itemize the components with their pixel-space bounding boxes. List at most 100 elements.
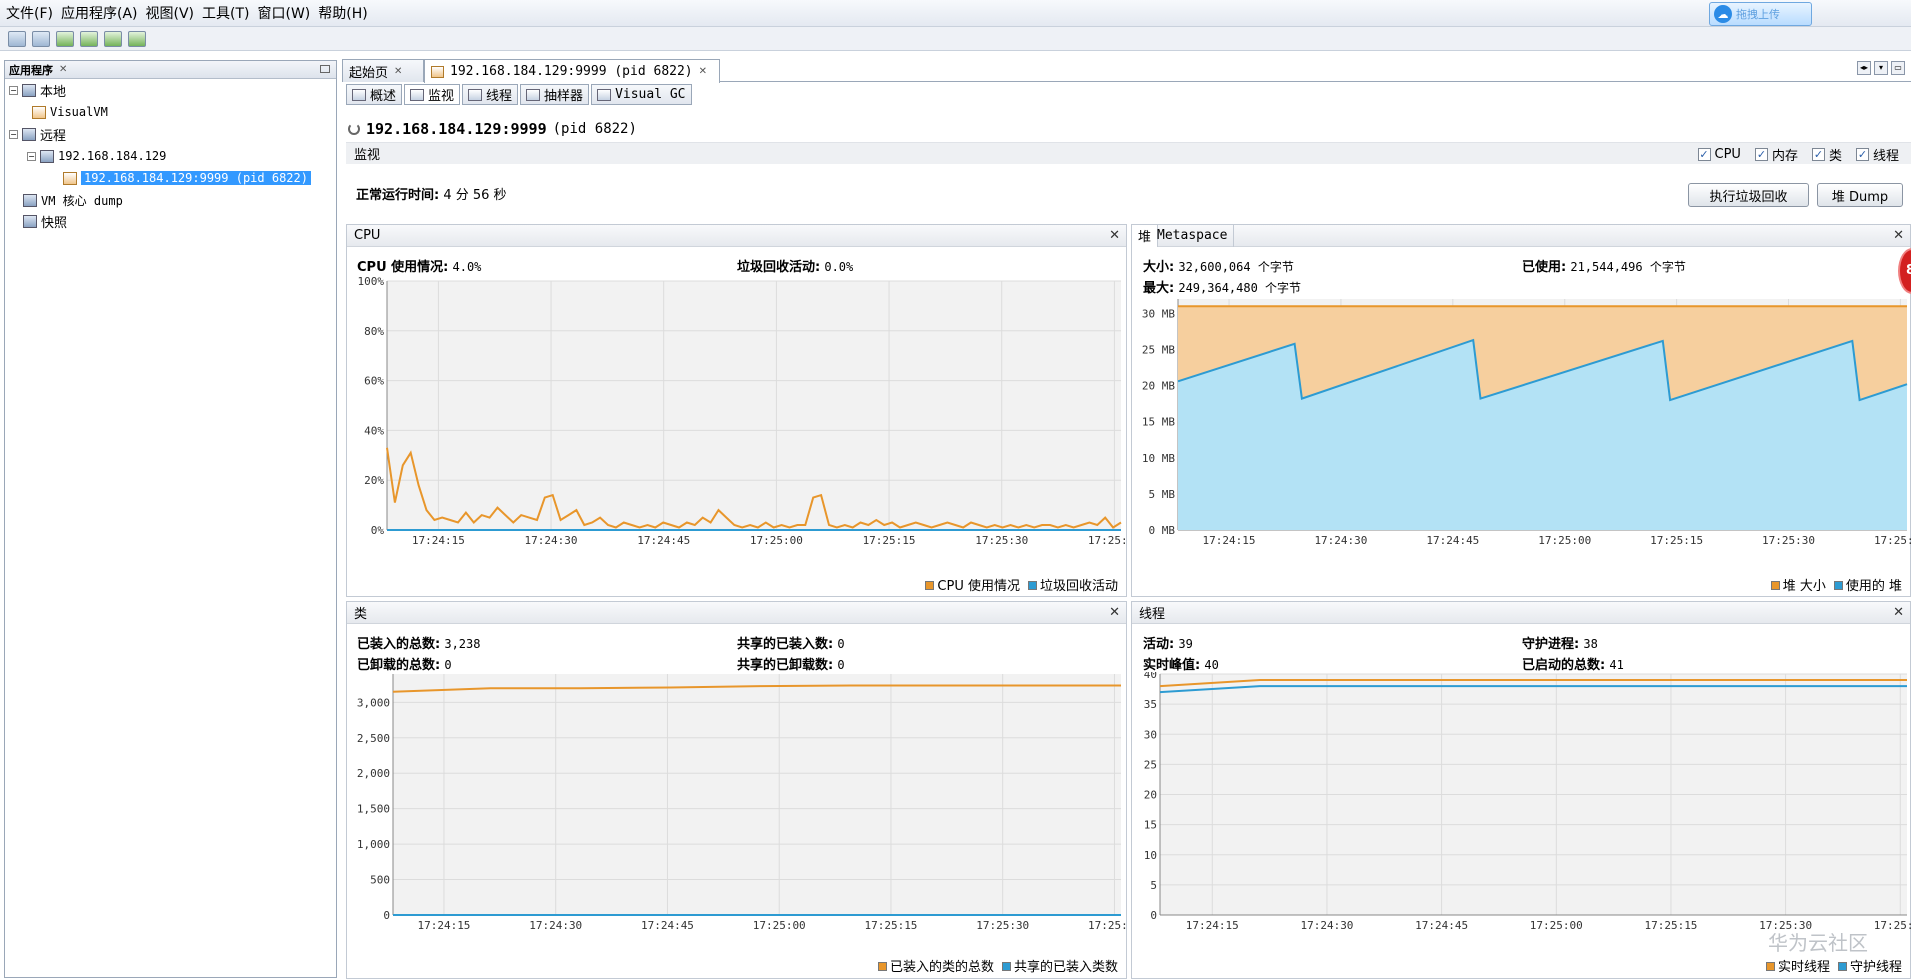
gc-activity-stat: 垃圾回收活动: 0.0% bbox=[737, 256, 853, 275]
threads-legend: 实时线程 守护线程 bbox=[1765, 956, 1902, 975]
save-icon[interactable] bbox=[32, 30, 50, 47]
add-jmx-icon[interactable] bbox=[56, 30, 74, 47]
tab-visual-gc[interactable]: Visual GC bbox=[591, 84, 692, 105]
maximize-icon[interactable]: ▭ bbox=[1891, 61, 1905, 75]
close-icon[interactable]: ✕ bbox=[1109, 605, 1120, 620]
upload-button[interactable]: ☁ 拖拽上传 bbox=[1709, 2, 1812, 26]
monitor-label: 监视 bbox=[354, 148, 381, 163]
close-icon[interactable]: ✕ bbox=[699, 66, 707, 77]
applications-panel-header: 应用程序 ✕ bbox=[5, 61, 336, 79]
load-app-icon[interactable] bbox=[8, 30, 26, 47]
x-tick-label: 17:25:00 bbox=[1530, 919, 1583, 932]
y-tick-label: 15 bbox=[1144, 819, 1157, 832]
y-tick-label: 60% bbox=[364, 375, 384, 388]
menu-view[interactable]: 视图(V) bbox=[142, 3, 199, 23]
tree-node-snapshots[interactable]: 快照 bbox=[23, 212, 67, 231]
stat-value: 38 bbox=[1583, 637, 1598, 651]
tab-label: 线程 bbox=[486, 89, 513, 104]
tab-overview[interactable]: 概述 bbox=[346, 84, 403, 105]
scroll-left-icon[interactable]: ◂▸ bbox=[1857, 61, 1871, 75]
y-tick-label: 40 bbox=[1144, 672, 1157, 681]
legend-gc-activity: 垃圾回收活动 bbox=[1027, 575, 1118, 594]
collapse-icon[interactable]: − bbox=[27, 151, 36, 161]
document-tabs: 起始页 ✕ 192.168.184.129:9999 (pid 6822) ✕ … bbox=[342, 58, 1911, 83]
tree-node-label: 192.168.184.129 bbox=[58, 149, 167, 163]
legend-shared-loaded: 共享的已装入类数 bbox=[1001, 956, 1118, 975]
stat-value: 21,544,496 个字节 bbox=[1570, 260, 1686, 274]
perform-gc-button[interactable]: 执行垃圾回收 bbox=[1688, 183, 1809, 207]
x-tick-label: 17:24:30 bbox=[1314, 534, 1367, 547]
collapse-icon[interactable]: − bbox=[9, 129, 18, 139]
y-tick-label: 40% bbox=[364, 424, 384, 437]
stat-label: 实时峰值: bbox=[1143, 658, 1201, 673]
y-tick-label: 0 bbox=[1150, 909, 1157, 922]
add-core-dump-icon[interactable] bbox=[104, 30, 122, 47]
main-area: 起始页 ✕ 192.168.184.129:9999 (pid 6822) ✕ … bbox=[342, 58, 1911, 979]
x-tick-label: 17:24:45 bbox=[637, 534, 690, 547]
dropdown-icon[interactable]: ▾ bbox=[1874, 61, 1888, 75]
y-tick-label: 3,000 bbox=[357, 696, 390, 709]
y-tick-label: 20% bbox=[364, 474, 384, 487]
jmx-process-icon bbox=[431, 65, 444, 78]
monitor-checkboxes: ✓ CPU ✓ 内存 ✓ 类 ✓ 线程 bbox=[1697, 145, 1899, 164]
tree-node-jmx-process[interactable]: 192.168.184.129:9999 (pid 6822) bbox=[63, 169, 311, 187]
tab-threads[interactable]: 线程 bbox=[462, 84, 519, 105]
tree-node-label: VM 核心 dump bbox=[41, 193, 123, 208]
stat-label: 已卸载的总数: bbox=[357, 658, 441, 673]
monitor-section-header: 监视 bbox=[346, 142, 1911, 164]
menu-tools[interactable]: 工具(T) bbox=[198, 3, 253, 23]
x-tick-label: 17:25:45 bbox=[1088, 534, 1127, 547]
menu-file[interactable]: 文件(F) bbox=[2, 3, 57, 23]
stat-value: 0 bbox=[444, 658, 452, 672]
menu-help[interactable]: 帮助(H) bbox=[314, 3, 371, 23]
x-tick-label: 17:24:30 bbox=[525, 534, 578, 547]
tab-monitor[interactable]: 监视 bbox=[404, 84, 461, 105]
y-tick-label: 500 bbox=[370, 874, 390, 887]
check-icon[interactable]: ✓ bbox=[1754, 148, 1768, 161]
classes-loaded-stat: 已装入的总数: 3,238 bbox=[357, 633, 480, 652]
collapse-icon[interactable]: − bbox=[9, 85, 18, 95]
menu-application[interactable]: 应用程序(A) bbox=[57, 3, 142, 23]
add-snapshot-icon[interactable] bbox=[128, 30, 146, 47]
minimize-icon[interactable] bbox=[320, 65, 330, 73]
y-tick-label: 80% bbox=[364, 325, 384, 338]
checkbox-threads[interactable]: ✓ 线程 bbox=[1855, 145, 1899, 164]
close-icon[interactable]: ✕ bbox=[1109, 228, 1120, 243]
tab-start-page[interactable]: 起始页 ✕ bbox=[342, 59, 424, 82]
close-icon[interactable]: ✕ bbox=[394, 66, 402, 77]
tree-node-remote-host[interactable]: − 192.168.184.129 bbox=[27, 147, 166, 165]
close-icon[interactable]: ✕ bbox=[59, 64, 67, 75]
tree-node-remote[interactable]: − 远程 bbox=[9, 125, 67, 144]
tree-node-core-dump[interactable]: VM 核心 dump bbox=[23, 191, 123, 209]
legend-loaded-classes: 已装入的类的总数 bbox=[877, 956, 994, 975]
menu-window[interactable]: 窗口(W) bbox=[254, 3, 315, 23]
y-tick-label: 25 bbox=[1144, 758, 1157, 771]
java-app-icon bbox=[32, 105, 46, 119]
close-icon[interactable]: ✕ bbox=[1893, 605, 1904, 620]
checkbox-classes[interactable]: ✓ 类 bbox=[1811, 145, 1842, 164]
checkbox-cpu[interactable]: ✓ CPU bbox=[1697, 145, 1741, 164]
checkbox-memory[interactable]: ✓ 内存 bbox=[1754, 145, 1798, 164]
sub-tabs: 概述 监视 线程 抽样器 Visual GC bbox=[342, 84, 692, 106]
tab-metaspace[interactable]: Metaspace bbox=[1151, 224, 1235, 247]
tree-node-local[interactable]: − 本地 bbox=[9, 81, 66, 100]
check-icon[interactable]: ✓ bbox=[1855, 148, 1869, 161]
process-host: 192.168.184.129:9999 bbox=[366, 120, 547, 138]
heap-dump-button[interactable]: 堆 Dump bbox=[1817, 183, 1903, 207]
tab-process[interactable]: 192.168.184.129:9999 (pid 6822) ✕ bbox=[424, 59, 720, 83]
check-icon[interactable]: ✓ bbox=[1811, 148, 1825, 161]
y-tick-label: 2,000 bbox=[357, 767, 390, 780]
add-remote-host-icon[interactable] bbox=[80, 30, 98, 47]
tree-node-visualvm[interactable]: VisualVM bbox=[32, 103, 108, 121]
threads-daemon-stat: 守护进程: 38 bbox=[1522, 633, 1598, 652]
tab-sampler[interactable]: 抽样器 bbox=[520, 84, 590, 105]
cpu-panel: CPU ✕ CPU 使用情况: 4.0% 垃圾回收活动: 0.0% 0% 20% 4… bbox=[346, 224, 1127, 597]
close-icon[interactable]: ✕ bbox=[1893, 228, 1904, 243]
y-tick-label: 0 bbox=[383, 909, 390, 922]
check-icon[interactable]: ✓ bbox=[1697, 148, 1711, 161]
tree-node-label: 远程 bbox=[40, 128, 67, 144]
x-tick-label: 17:25:15 bbox=[1644, 919, 1697, 932]
x-tick-label: 17:24:30 bbox=[1300, 919, 1353, 932]
uptime-value: 4 分 56 秒 bbox=[443, 188, 507, 203]
upload-button-label: 拖拽上传 bbox=[1736, 8, 1780, 21]
